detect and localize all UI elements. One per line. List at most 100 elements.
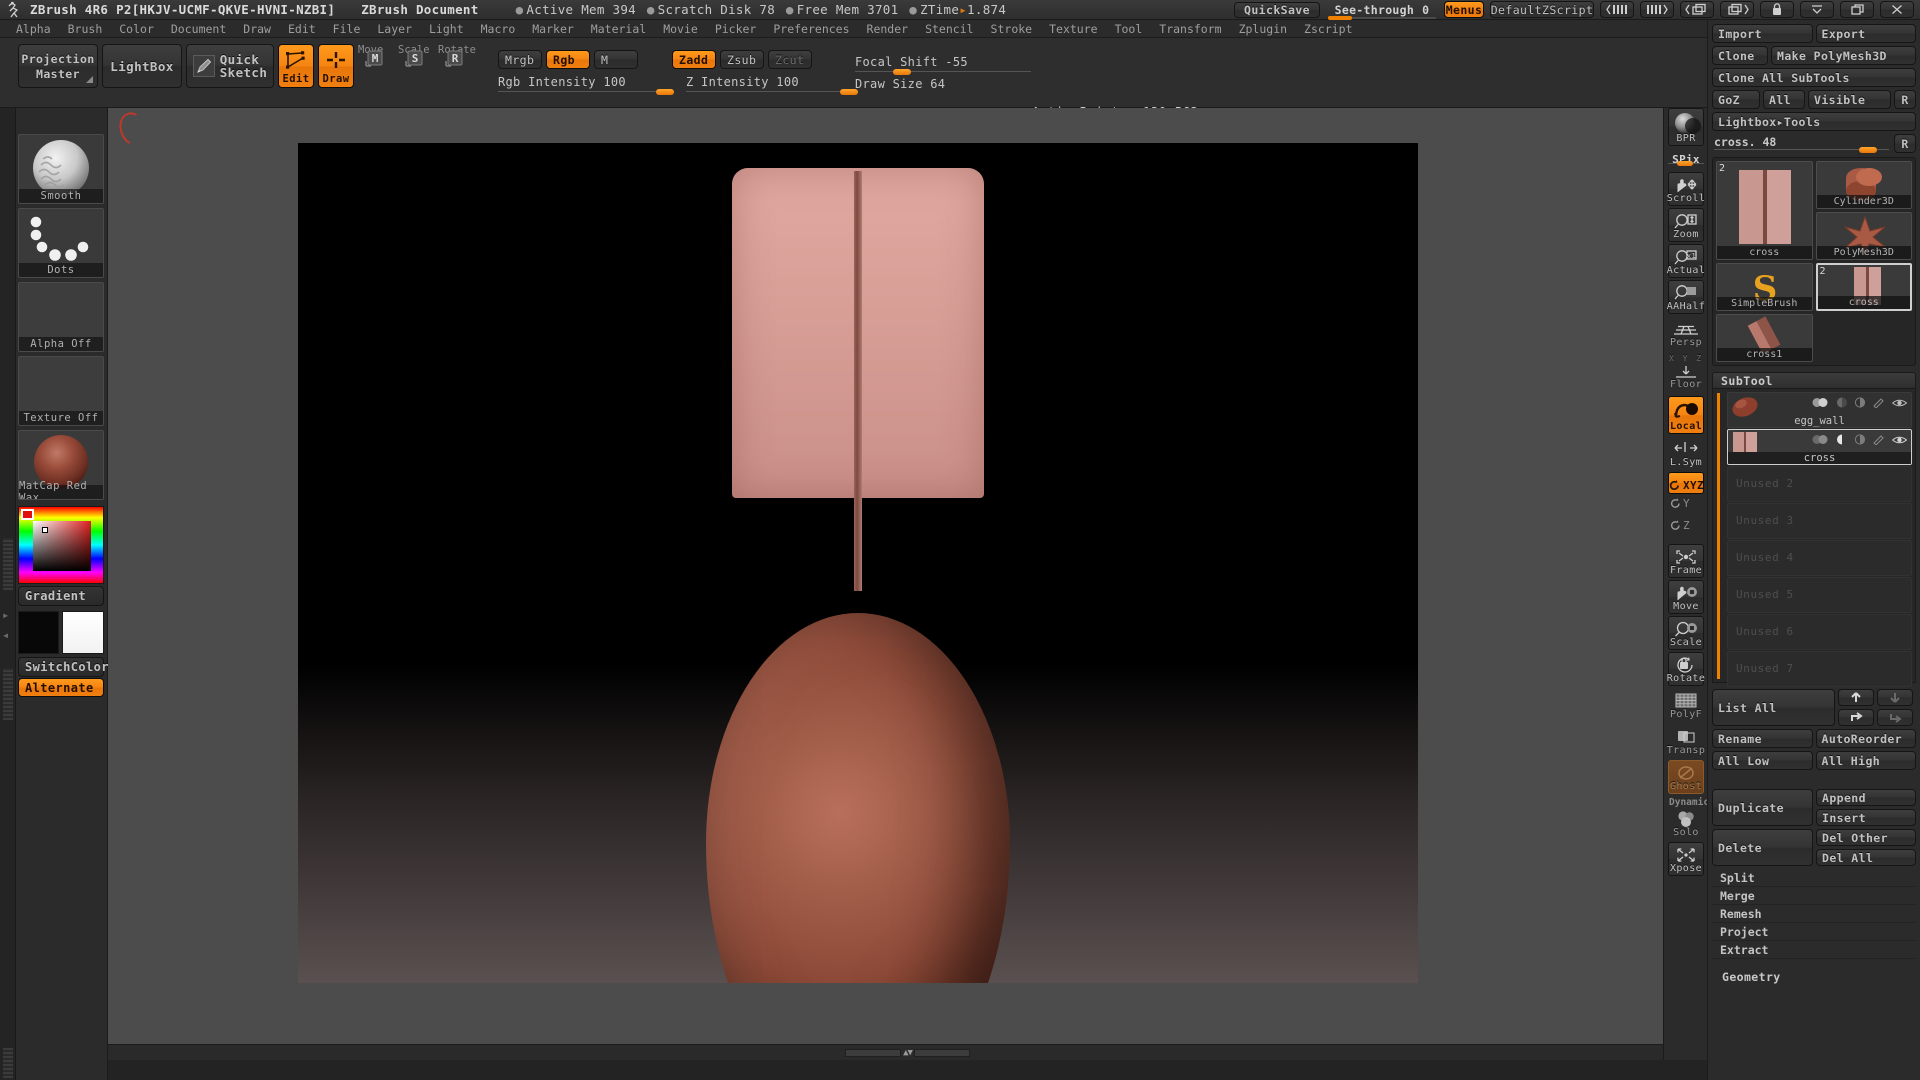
insert-button[interactable]: Insert [1816,809,1916,826]
ghost-button[interactable]: Ghost [1668,760,1704,794]
polyf-button[interactable]: PolyF [1668,688,1704,722]
goz-all-button[interactable]: All [1763,90,1805,109]
tool-slider-knob[interactable] [1859,147,1877,153]
move-to-bottom-button[interactable] [1877,709,1913,726]
close-icon[interactable] [1880,1,1914,18]
primary-color-swatch[interactable] [18,611,59,654]
duplicate-button[interactable]: Duplicate [1712,789,1813,826]
del-other-button[interactable]: Del Other [1816,829,1916,846]
zscript-prev-icon[interactable] [1600,1,1634,18]
color-sv-cursor[interactable] [42,527,48,533]
quicksave-button[interactable]: QuickSave [1234,1,1320,18]
egg-mesh[interactable] [706,613,1010,983]
menu-item-layer[interactable]: Layer [369,21,420,36]
current-tool-slider[interactable]: cross. 48 R [1712,134,1916,154]
tool-item-cross-selected[interactable]: 2 cross [1815,263,1912,311]
z-intensity-slider[interactable]: Z Intensity 100 [686,75,858,95]
alpha-selector[interactable]: Alpha Off [18,282,104,352]
subtool-row-unused-7[interactable]: Unused 7 [1727,651,1912,687]
extract-row[interactable]: Extract [1712,941,1916,959]
menu-item-draw[interactable]: Draw [235,21,279,36]
menu-item-alpha[interactable]: Alpha [8,21,59,36]
subtool-panel-title[interactable]: SubTool [1712,372,1916,389]
goz-r-button[interactable]: R [1894,90,1916,109]
lock-icon[interactable] [1760,1,1794,18]
window-prev-icon[interactable] [1680,1,1714,18]
solo-button[interactable]: Solo [1668,806,1704,840]
scrub-segment-left[interactable] [845,1048,902,1057]
z-rotate-button[interactable]: Z [1668,518,1704,540]
append-button[interactable]: Append [1816,789,1916,806]
menu-item-picker[interactable]: Picker [707,21,765,36]
subtool-scroll-indicator[interactable] [1717,393,1720,679]
default-zscript-button[interactable]: DefaultZScript [1490,1,1594,18]
bpr-button[interactable]: BPR [1668,108,1704,146]
zoom-button[interactable]: Zoom [1668,208,1704,242]
scrub-arrows-icon[interactable]: ▲▼ [903,1048,913,1058]
export-button[interactable]: Export [1815,24,1916,43]
menu-item-tool[interactable]: Tool [1107,21,1151,36]
tool-item-cross-tall[interactable]: 2 cross [1716,161,1813,260]
minimize-icon[interactable] [1800,1,1834,18]
projection-master-button[interactable]: Projection Master [18,44,98,88]
goz-visible-button[interactable]: Visible [1808,90,1891,109]
all-high-button[interactable]: All High [1815,751,1916,770]
quick-sketch-button[interactable]: Quick Sketch [186,44,274,88]
local-button[interactable]: Local [1668,396,1704,434]
menu-item-document[interactable]: Document [163,21,234,36]
xpose-button[interactable]: Xpose [1668,842,1704,876]
menu-item-texture[interactable]: Texture [1041,21,1105,36]
left-rail-collapse-icon[interactable]: ◂ [2,628,9,642]
subtool-row-egg-wall[interactable]: egg_wall [1727,392,1912,428]
menu-item-edit[interactable]: Edit [280,21,324,36]
spix-slider[interactable]: SPix 3 [1666,148,1706,185]
window-next-icon[interactable] [1720,1,1754,18]
alternate-button[interactable]: Alternate [18,678,104,697]
menu-item-transform[interactable]: Transform [1151,21,1229,36]
frame-button[interactable]: Frame [1668,544,1704,578]
restore-icon[interactable] [1840,1,1874,18]
edit-mode-button[interactable]: Edit [278,44,314,88]
remesh-row[interactable]: Remesh [1712,905,1916,923]
draw-size-slider[interactable]: Draw Size 64 [855,77,1031,95]
move-button[interactable]: Move [1668,580,1704,614]
secondary-color-swatch[interactable] [62,611,104,654]
zadd-button[interactable]: Zadd [672,50,716,69]
menu-item-file[interactable]: File [325,21,369,36]
move-up-button[interactable] [1838,689,1874,706]
actual-button[interactable]: x1 Actual [1667,244,1705,278]
tool-item-cross1[interactable]: cross1 [1716,314,1813,362]
floor-button[interactable]: X Y Z Floor [1668,352,1704,392]
rotate-mode-button[interactable]: R Rotate [438,44,476,88]
document-canvas[interactable] [298,143,1418,983]
xyz-button[interactable]: XYZ [1668,472,1704,494]
tool-r-button[interactable]: R [1894,134,1916,153]
all-low-button[interactable]: All Low [1712,751,1813,770]
lightbox-button[interactable]: LightBox [102,44,182,88]
scroll-button[interactable]: Scroll [1667,172,1705,206]
menu-item-movie[interactable]: Movie [655,21,706,36]
subtool-row-unused-2[interactable]: Unused 2 [1727,466,1912,502]
subtool-row-unused-4[interactable]: Unused 4 [1727,540,1912,576]
autoreorder-button[interactable]: AutoReorder [1815,729,1916,748]
left-rail-expand-icon[interactable]: ▸ [2,608,9,622]
zscript-next-icon[interactable] [1640,1,1674,18]
menu-item-color[interactable]: Color [111,21,162,36]
menu-item-marker[interactable]: Marker [524,21,582,36]
clone-button[interactable]: Clone [1712,46,1768,65]
menu-item-stroke[interactable]: Stroke [983,21,1041,36]
move-mode-button[interactable]: M Move [358,44,394,88]
menu-item-zscript[interactable]: Zscript [1296,21,1360,36]
subtool-row-unused-3[interactable]: Unused 3 [1727,503,1912,539]
canvas-bottom-bar[interactable]: ▲▼ [108,1044,1707,1060]
mrgb-button[interactable]: Mrgb [498,50,542,69]
aahalf-button[interactable]: AAHalf [1667,280,1705,314]
tool-item-cylinder3d[interactable]: Cylinder3D [1815,161,1912,209]
menu-item-preferences[interactable]: Preferences [765,21,857,36]
subtool-row-cross[interactable]: cross [1727,429,1912,465]
brush-selector[interactable]: Smooth [18,134,104,204]
menu-item-render[interactable]: Render [859,21,917,36]
lsym-button[interactable]: L.Sym [1668,436,1704,470]
menu-item-zplugin[interactable]: Zplugin [1231,21,1295,36]
stroke-selector[interactable]: Dots [18,208,104,278]
